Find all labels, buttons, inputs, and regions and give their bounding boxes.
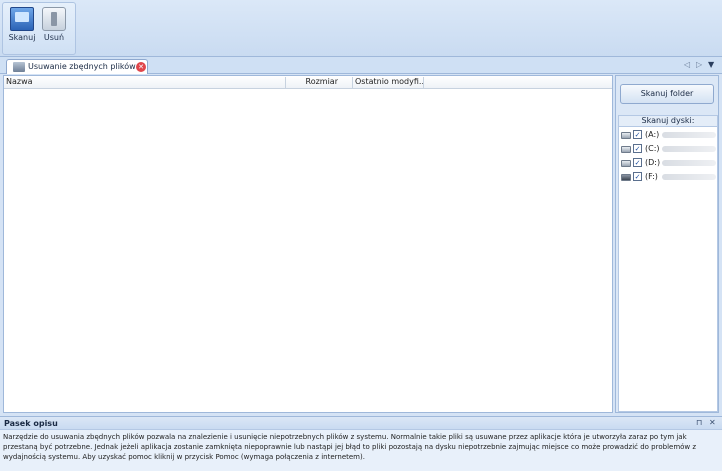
floppy-drive-icon — [621, 132, 631, 139]
hard-drive-icon — [621, 160, 631, 167]
column-divider[interactable] — [285, 77, 286, 88]
redacted-drive-name — [662, 174, 716, 180]
tab-list-dropdown-icon[interactable]: ▼ — [708, 60, 714, 69]
delete-button[interactable]: Usuń — [39, 5, 69, 51]
drive-label: (C:) — [645, 144, 660, 153]
tab-label: Usuwanie zbędnych plików — [28, 62, 136, 71]
redacted-drive-name — [662, 132, 716, 138]
hard-drive-icon — [621, 146, 631, 153]
pin-icon[interactable]: ⊓ — [696, 418, 702, 427]
cleanup-tab-icon — [13, 62, 25, 72]
drive-item-f[interactable]: ✓ (F:) — [620, 171, 718, 183]
column-divider[interactable] — [352, 77, 353, 88]
redacted-drive-name — [662, 146, 716, 152]
removable-drive-icon — [621, 174, 631, 181]
delete-icon — [42, 7, 66, 31]
description-header: Pasek opisu ⊓ ✕ — [0, 417, 722, 430]
drive-label: (D:) — [645, 158, 661, 167]
close-icon[interactable]: ✕ — [709, 418, 716, 427]
column-size[interactable]: Rozmiar — [288, 77, 339, 88]
tab-close-icon[interactable]: ✕ — [136, 62, 146, 72]
scan-folder-button[interactable]: Skanuj folder — [620, 84, 714, 104]
drive-item-c[interactable]: ✓ (C:) — [620, 143, 718, 155]
file-list-header: Nazwa Rozmiar Ostatnio modyfi... — [4, 76, 612, 89]
tab-scroll-right-icon[interactable]: ▷ — [696, 60, 702, 69]
tab-scroll-left-icon[interactable]: ◁ — [684, 60, 690, 69]
description-text: Narzędzie do usuwania zbędnych plików po… — [3, 433, 697, 461]
tab-cleanup[interactable]: Usuwanie zbędnych plików ✕ — [6, 59, 148, 74]
column-name[interactable]: Nazwa — [6, 77, 276, 88]
drives-box: Skanuj dyski: ✓ (A:) ✓ (C:) ✓ (D:) ✓ (F:… — [618, 115, 718, 412]
drive-checkbox-c[interactable]: ✓ — [633, 144, 642, 153]
drives-header: Skanuj dyski: — [619, 116, 717, 127]
scan-icon — [10, 7, 34, 31]
redacted-drive-name — [662, 160, 716, 166]
drive-checkbox-d[interactable]: ✓ — [633, 158, 642, 167]
drive-item-a[interactable]: ✓ (A:) — [620, 129, 718, 141]
column-modified[interactable]: Ostatnio modyfi... — [355, 77, 423, 88]
description-pane: Pasek opisu ⊓ ✕ Narzędzie do usuwania zb… — [0, 416, 722, 471]
drive-label: (A:) — [645, 130, 660, 139]
drive-label: (F:) — [645, 172, 658, 181]
tab-strip: Usuwanie zbędnych plików ✕ ◁ ▷ ▼ — [0, 57, 722, 74]
scan-button[interactable]: Skanuj — [7, 5, 37, 51]
ribbon-group: Skanuj Usuń — [2, 2, 76, 55]
ribbon: Skanuj Usuń — [0, 0, 722, 57]
description-title: Pasek opisu — [4, 419, 58, 428]
column-divider[interactable] — [423, 77, 424, 88]
side-panel: Skanuj folder Skanuj dyski: ✓ (A:) ✓ (C:… — [615, 75, 719, 413]
delete-button-label: Usuń — [43, 33, 65, 42]
drive-checkbox-f[interactable]: ✓ — [633, 172, 642, 181]
drive-checkbox-a[interactable]: ✓ — [633, 130, 642, 139]
file-list[interactable]: Nazwa Rozmiar Ostatnio modyfi... — [3, 75, 613, 413]
drive-item-d[interactable]: ✓ (D:) — [620, 157, 718, 169]
scan-button-label: Skanuj — [8, 33, 36, 42]
